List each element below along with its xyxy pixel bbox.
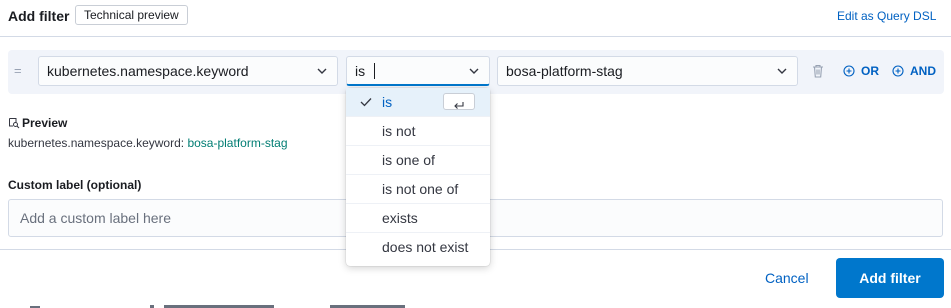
add-filter-button[interactable]: Add filter	[836, 258, 944, 298]
enter-key-icon	[443, 93, 475, 110]
add-or-button[interactable]: OR	[843, 64, 879, 78]
chevron-down-icon	[317, 68, 327, 74]
operator-select[interactable]: is	[346, 56, 490, 86]
operator-option-is-not[interactable]: is not	[346, 117, 490, 146]
field-select-value: kubernetes.namespace.keyword	[47, 63, 249, 79]
preview-title: Preview	[22, 116, 68, 130]
preview-field: kubernetes.namespace.keyword:	[8, 136, 185, 150]
cancel-button[interactable]: Cancel	[765, 270, 809, 286]
modal-title: Add filter	[8, 8, 70, 24]
operator-option-is-one-of[interactable]: is one of	[346, 146, 490, 175]
chevron-down-icon	[469, 68, 479, 74]
operator-option-is[interactable]: is	[346, 88, 490, 117]
operator-option-label: is not one of	[382, 181, 459, 197]
text-caret	[374, 63, 375, 79]
operator-option-exists[interactable]: exists	[346, 204, 490, 233]
chevron-down-icon	[777, 68, 787, 74]
header-divider	[0, 36, 951, 37]
edit-as-query-dsl-link[interactable]: Edit as Query DSL	[837, 9, 936, 23]
check-icon	[360, 98, 372, 107]
drag-handle-icon[interactable]: =	[14, 64, 24, 78]
background-content-edge	[30, 305, 405, 308]
preview-icon	[9, 118, 20, 129]
and-label: AND	[910, 64, 936, 78]
operator-option-label: is	[382, 94, 393, 110]
plus-circle-icon	[892, 65, 904, 77]
add-filter-label: Add filter	[859, 270, 921, 286]
field-select[interactable]: kubernetes.namespace.keyword	[38, 56, 338, 86]
add-and-button[interactable]: AND	[892, 64, 936, 78]
operator-option-label: is one of	[382, 152, 435, 168]
custom-label-title: Custom label (optional)	[8, 178, 142, 192]
or-label: OR	[861, 64, 879, 78]
technical-preview-badge: Technical preview	[75, 5, 188, 25]
value-select-value: bosa-platform-stag	[506, 63, 623, 79]
operator-option-does-not-exist[interactable]: does not exist	[346, 233, 490, 262]
preview-text: kubernetes.namespace.keyword: bosa-platf…	[8, 136, 288, 150]
operator-dropdown: is is not is one of is not one of exists…	[346, 88, 490, 266]
operator-option-label: exists	[382, 210, 418, 226]
plus-circle-icon	[843, 65, 855, 77]
preview-value: bosa-platform-stag	[187, 136, 288, 150]
operator-option-is-not-one-of[interactable]: is not one of	[346, 175, 490, 204]
value-select[interactable]: bosa-platform-stag	[497, 56, 798, 86]
operator-select-value: is	[355, 63, 366, 79]
operator-option-label: does not exist	[382, 239, 469, 255]
trash-icon[interactable]	[810, 63, 826, 79]
operator-option-label: is not	[382, 123, 416, 139]
